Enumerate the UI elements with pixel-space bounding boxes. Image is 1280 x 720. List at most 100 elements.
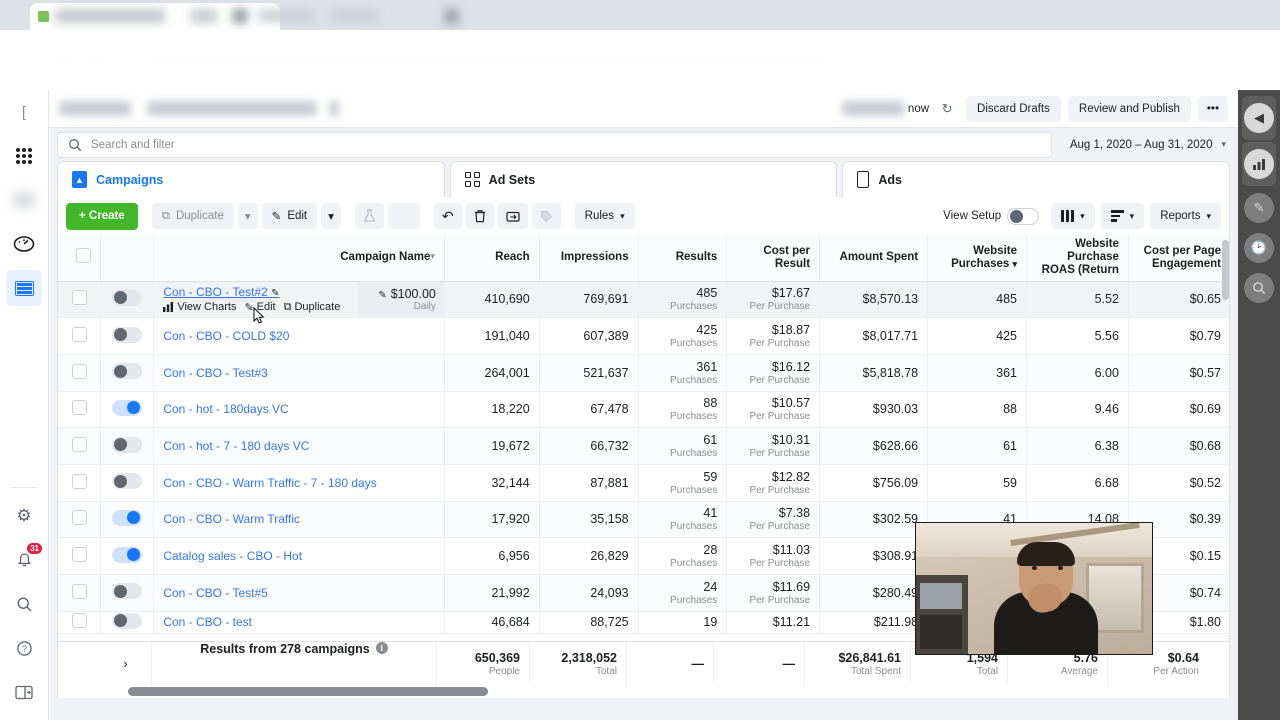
row-status-cell[interactable]	[100, 317, 155, 355]
campaign-name-sort-caret-icon[interactable]: ▾	[430, 251, 435, 261]
edit-action[interactable]: ✎ Edit	[244, 301, 275, 314]
refresh-icon[interactable]: ↻	[935, 97, 959, 121]
campaign-name-cell[interactable]: Con - CBO - Warm Traffic - 7 - 180 days	[153, 464, 445, 502]
revert-button[interactable]: ↶	[433, 203, 462, 229]
ab-test-button[interactable]	[354, 203, 384, 229]
campaign-name-cell[interactable]: Con - CBO - test	[153, 611, 445, 634]
campaign-name-link[interactable]: Con - CBO - Warm Traffic - 7 - 180 days	[163, 476, 435, 490]
table-row[interactable]: Con - CBO - Warm Traffic - 7 - 180 days 3…	[58, 464, 1229, 502]
row-status-cell[interactable]	[100, 281, 155, 319]
campaign-status-toggle[interactable]	[112, 399, 143, 416]
breakdown-button[interactable]: ▾	[1100, 203, 1145, 229]
row-checkbox[interactable]	[71, 510, 87, 526]
tab-ads[interactable]: Ads	[842, 161, 1231, 197]
row-status-cell[interactable]	[100, 537, 155, 575]
row-status-cell[interactable]	[100, 391, 155, 429]
campaign-name-cell[interactable]: Con - CBO - Warm Traffic	[153, 501, 445, 539]
reports-button[interactable]: Reports ▾	[1150, 203, 1221, 229]
header-cost-per-page-engagement[interactable]: Cost per Page Engagement	[1128, 235, 1229, 282]
view-charts-action[interactable]: View Charts	[163, 301, 236, 313]
budget-edit-pencil-icon[interactable]: ✎	[378, 290, 386, 301]
table-row[interactable]: Con - CBO - Test#3 264,001 521,637 361 Purch…	[58, 354, 1229, 392]
campaign-name-cell[interactable]: Con - CBO - Test#3	[153, 354, 445, 392]
speedometer-icon[interactable]	[6, 226, 42, 262]
row-checkbox[interactable]	[71, 613, 87, 629]
campaign-name-link[interactable]: Con - CBO - Test#5	[163, 586, 435, 600]
horizontal-scrollbar-thumb[interactable]	[128, 687, 488, 696]
row-select-cell[interactable]	[58, 464, 102, 502]
menu-hamburger-icon[interactable]: [	[6, 94, 42, 130]
edit-caret-button[interactable]: ▾	[321, 203, 341, 229]
row-status-cell[interactable]	[100, 611, 155, 634]
row-select-cell[interactable]	[58, 354, 102, 392]
campaign-name-cell[interactable]: Con - hot - 180days VC	[153, 391, 445, 429]
row-select-cell[interactable]	[58, 501, 102, 539]
ads-manager-table-icon[interactable]	[6, 270, 42, 306]
header-roas[interactable]: Website Purchase ROAS (Return	[1026, 235, 1129, 282]
table-row[interactable]: Con - CBO - Test#2 ✎ View Charts ✎ Edit ⧉ Dup…	[58, 281, 1229, 319]
tag-button[interactable]	[531, 203, 561, 229]
discard-drafts-button[interactable]: Discard Drafts	[966, 95, 1061, 122]
campaign-name-cell[interactable]: Con - CBO - COLD $20	[153, 317, 445, 355]
row-select-cell[interactable]	[58, 427, 102, 465]
blank-action-button[interactable]	[387, 203, 420, 229]
summary-expand-caret-icon[interactable]: ›	[123, 656, 127, 671]
row-checkbox[interactable]	[71, 327, 87, 343]
campaign-name-link[interactable]: Con - CBO - Warm Traffic	[163, 512, 435, 526]
help-icon[interactable]: ?	[6, 630, 42, 666]
table-row[interactable]: Con - CBO - COLD $20 191,040 607,389 425 Pur…	[58, 317, 1229, 355]
review-and-publish-button[interactable]: Review and Publish	[1067, 95, 1191, 122]
campaign-budget-cell[interactable]: ✎ $100.00 Daily	[357, 281, 444, 318]
vertical-scrollbar-thumb[interactable]	[1222, 240, 1229, 300]
row-status-cell[interactable]	[100, 354, 155, 392]
summary-info-icon[interactable]: i	[375, 642, 388, 654]
header-amount-spent[interactable]: Amount Spent	[819, 235, 929, 282]
horizontal-scrollbar[interactable]	[57, 685, 1230, 698]
campaign-name-cell[interactable]: Con - hot - 7 - 180 days VC	[153, 427, 445, 465]
table-row[interactable]: Con - hot - 7 - 180 days VC 19,672 66,732 6…	[58, 427, 1229, 465]
header-campaign-name[interactable]: Campaign Name ▾	[153, 235, 445, 282]
campaign-status-toggle[interactable]	[112, 363, 143, 380]
delete-button[interactable]	[465, 203, 494, 229]
select-all-checkbox[interactable]	[76, 248, 92, 264]
bar-chart-icon[interactable]	[1244, 149, 1274, 179]
select-all-header[interactable]	[58, 235, 102, 282]
campaign-status-toggle[interactable]	[112, 583, 143, 600]
duplicate-caret-button[interactable]: ▾	[237, 203, 258, 229]
row-select-cell[interactable]	[58, 611, 102, 634]
header-impressions[interactable]: Impressions	[539, 235, 639, 282]
settings-gear-icon[interactable]: ⚙	[6, 498, 42, 534]
rules-button[interactable]: Rules ▾	[574, 203, 635, 229]
campaign-name-link[interactable]: Catalog sales - CBO - Hot	[163, 549, 435, 563]
apps-grid-icon[interactable]	[6, 138, 42, 174]
date-range-picker[interactable]: Aug 1, 2020 – Aug 31, 2020 ▾	[1060, 132, 1230, 158]
row-select-cell[interactable]	[58, 537, 102, 575]
campaign-name-link[interactable]: Con - CBO - test	[163, 615, 435, 629]
header-results[interactable]: Results	[638, 235, 728, 282]
edit-button[interactable]: ✎ Edit	[261, 203, 318, 229]
duplicate-action[interactable]: ⧉ Duplicate	[284, 301, 341, 314]
clock-history-icon[interactable]: 🕑	[1244, 233, 1274, 263]
header-website-purchases[interactable]: Website Purchases ▾	[927, 235, 1027, 282]
panel-toggle-icon[interactable]	[6, 674, 42, 710]
row-checkbox[interactable]	[71, 473, 87, 489]
row-checkbox[interactable]	[71, 583, 87, 599]
columns-button[interactable]: ▾	[1051, 203, 1095, 229]
notifications-bell-icon[interactable]: 31	[6, 542, 42, 578]
row-checkbox[interactable]	[71, 290, 87, 306]
campaign-name-link[interactable]: Con - CBO - COLD $20	[163, 329, 435, 343]
header-more-menu-button[interactable]: •••	[1197, 95, 1228, 122]
row-select-cell[interactable]	[58, 281, 102, 319]
search-icon[interactable]	[6, 586, 42, 622]
tab-ad-sets[interactable]: Ad Sets	[449, 161, 838, 197]
inline-edit-pencil-icon[interactable]: ✎	[271, 288, 279, 299]
campaign-name-cell[interactable]: Catalog sales - CBO - Hot	[153, 537, 445, 575]
blurred-rail-item[interactable]	[6, 182, 42, 218]
campaign-name-cell[interactable]: Con - CBO - Test#2 ✎ View Charts ✎ Edit ⧉ Dup…	[153, 281, 445, 319]
collapse-panel-icon[interactable]: ◀	[1244, 103, 1274, 133]
campaign-name-cell[interactable]: Con - CBO - Test#5	[153, 574, 445, 612]
header-cost-per-result[interactable]: Cost per Result	[726, 235, 821, 282]
row-checkbox[interactable]	[71, 437, 87, 453]
row-status-cell[interactable]	[100, 427, 155, 465]
campaign-status-toggle[interactable]	[112, 326, 143, 343]
